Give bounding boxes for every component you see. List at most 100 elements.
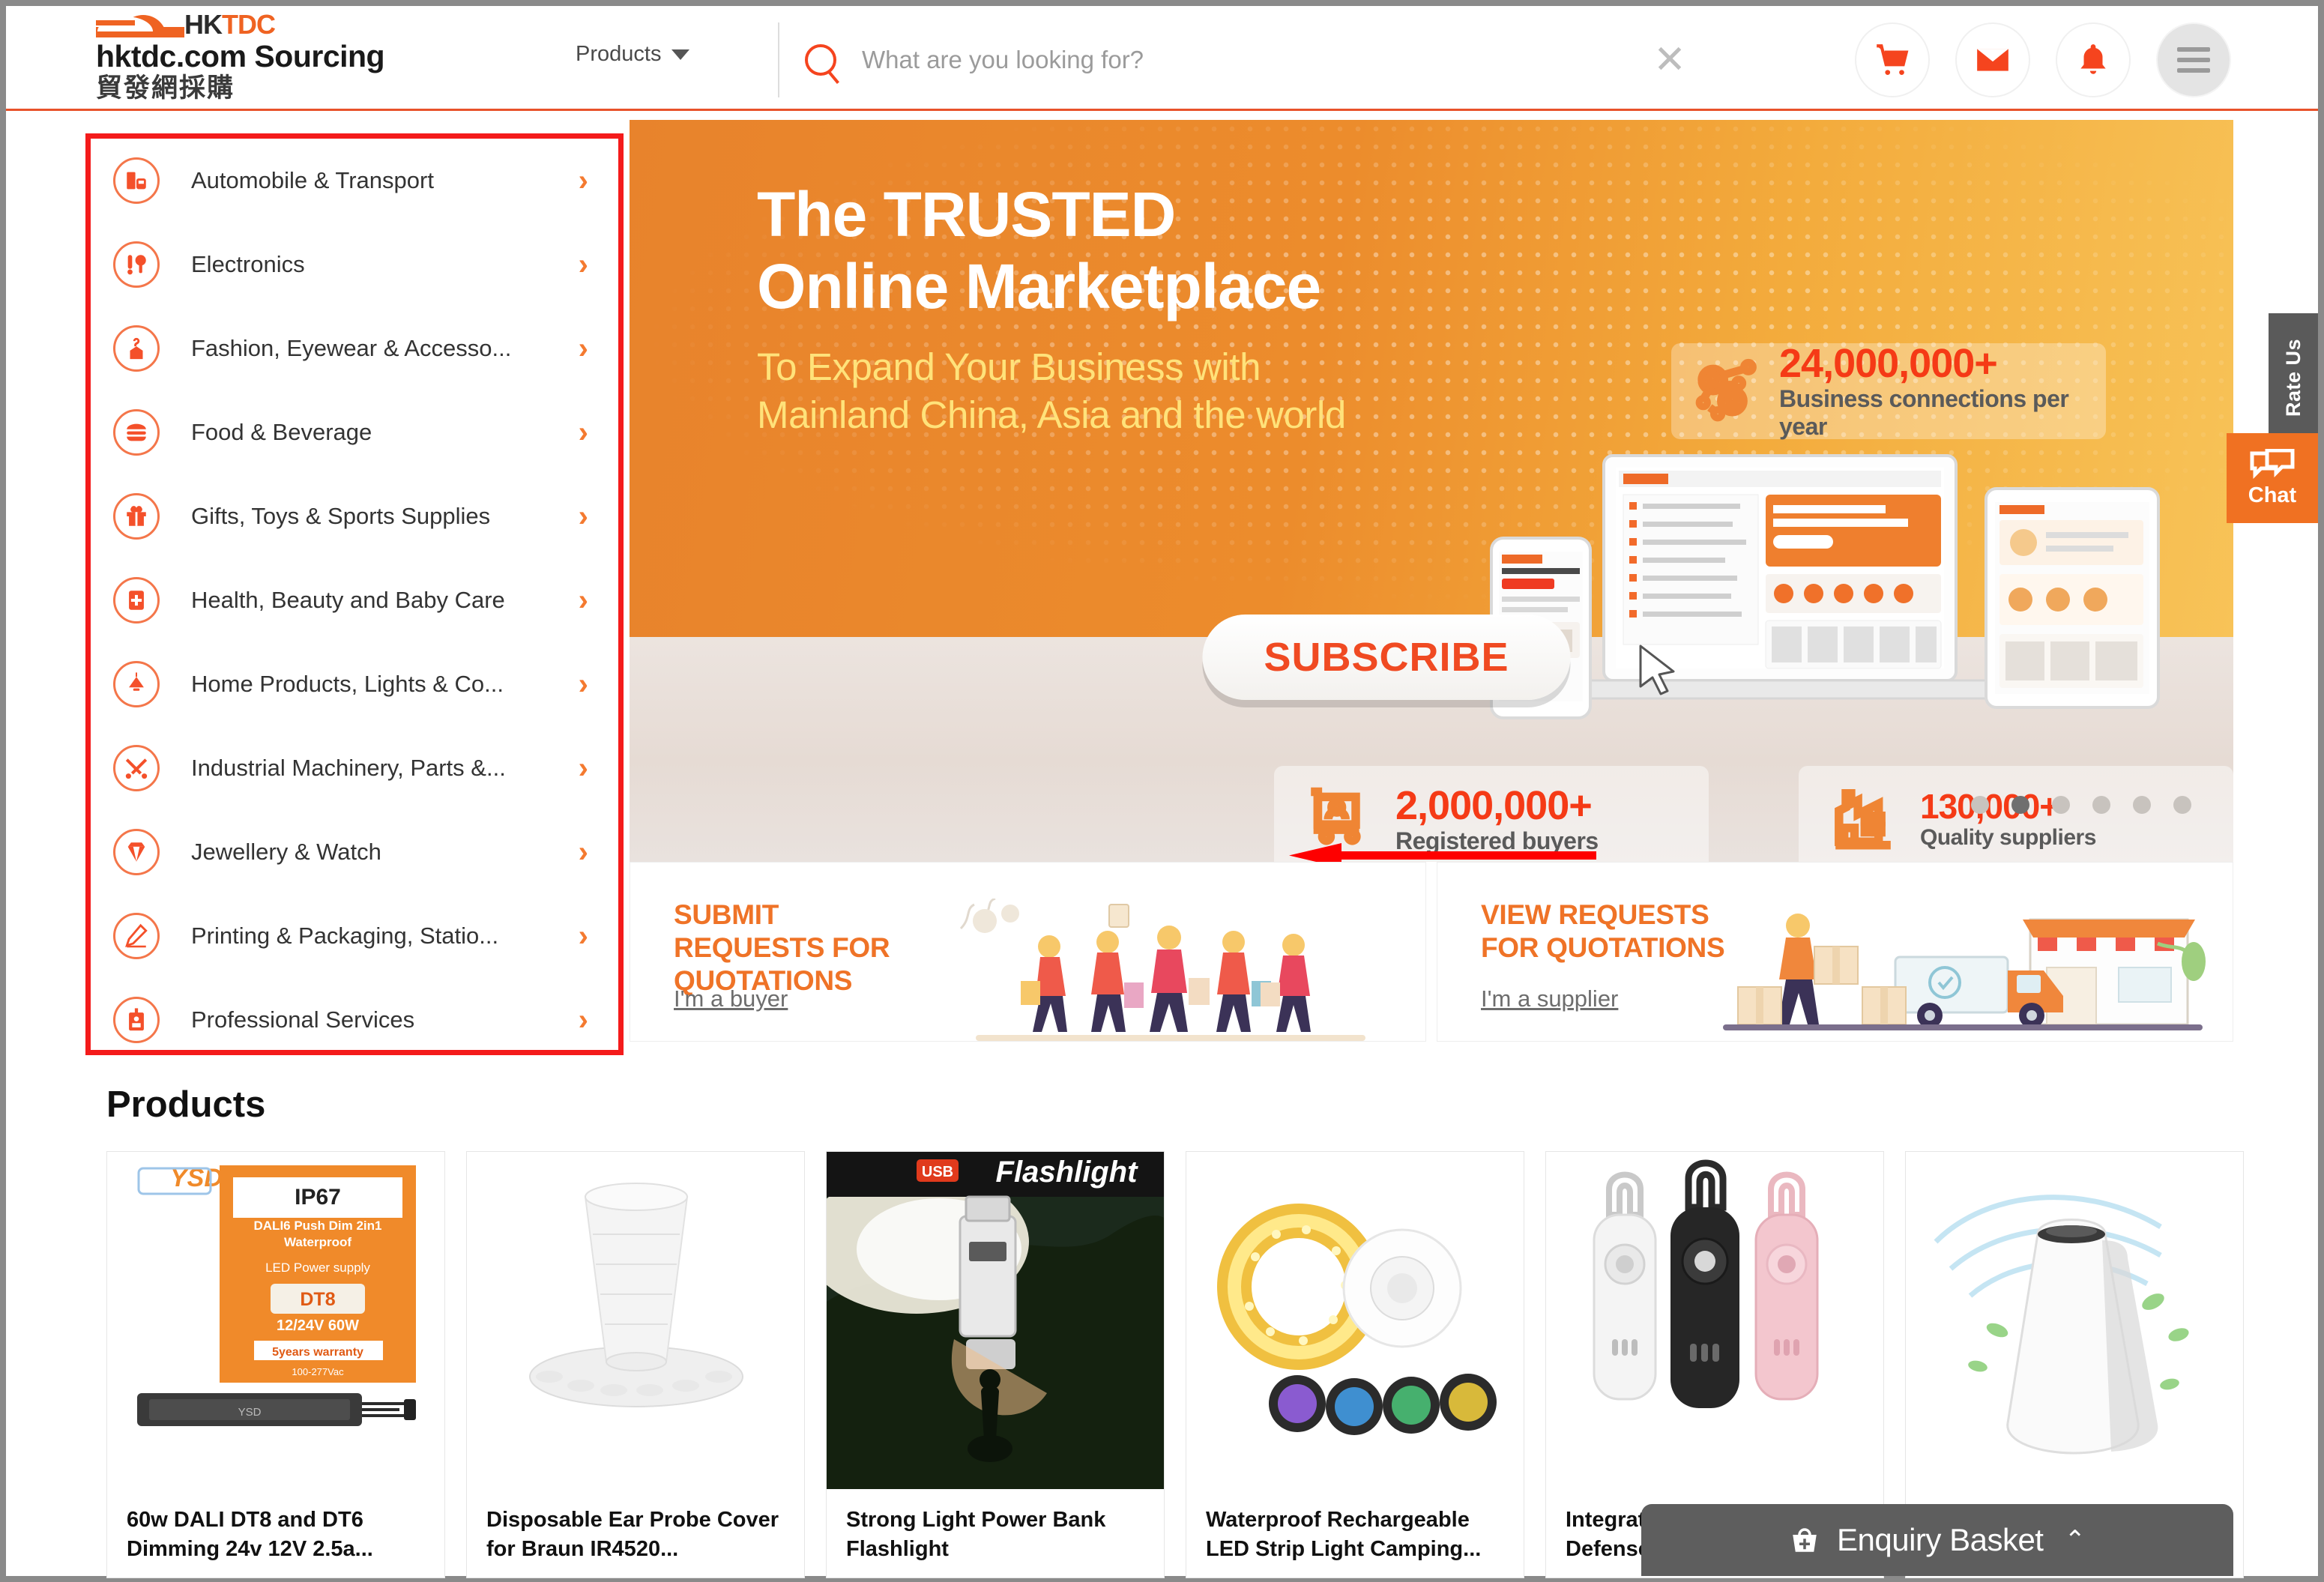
sidebar-item-label: Automobile & Transport — [191, 167, 434, 193]
stat-number: 24,000,000+ — [1779, 341, 1998, 386]
product-card[interactable]: USB Flashlight Strong Light Power Bank F… — [826, 1151, 1165, 1578]
sidebar-item-food-beverage[interactable]: Food & Beverage › — [91, 390, 618, 474]
stat-number: 2,000,000+ — [1395, 782, 1593, 828]
stat-label: Business connections per year — [1779, 385, 2069, 440]
svg-text:IP67: IP67 — [295, 1185, 341, 1210]
car-icon — [113, 157, 160, 204]
rfq-title: VIEW REQUESTS FOR QUOTATIONS — [1481, 899, 1725, 964]
sidebar-item-label: Fashion, Eyewear & Accesso... — [191, 335, 512, 361]
sidebar-item-gifts-toys-sports[interactable]: Gifts, Toys & Sports Supplies › — [91, 474, 618, 558]
sidebar-item-professional-services[interactable]: Professional Services › — [91, 978, 618, 1062]
carousel-dot[interactable] — [2133, 796, 2151, 814]
category-sidebar: Automobile & Transport › Electronics › F… — [85, 133, 624, 1055]
logo-hk-text: HK — [184, 9, 223, 40]
subscribe-button[interactable]: SUBSCRIBE — [1202, 615, 1571, 700]
chevron-right-icon: › — [578, 668, 588, 701]
rate-us-tab[interactable]: Rate Us — [2269, 313, 2318, 442]
supplier-delivery-illustration — [1723, 914, 2206, 1030]
hero-sub-line1: To Expand Your Business with — [757, 345, 1261, 388]
rfq-card-view[interactable]: VIEW REQUESTS FOR QUOTATIONS I'm a suppl… — [1437, 862, 2233, 1042]
chevron-right-icon: › — [578, 752, 588, 785]
hero-sub-line2: Mainland China, Asia and the world — [757, 393, 1346, 436]
svg-text:LED Power supply: LED Power supply — [265, 1261, 370, 1275]
chat-tab[interactable]: Chat — [2227, 433, 2318, 523]
tools-icon — [113, 745, 160, 791]
sidebar-item-electronics[interactable]: Electronics › — [91, 223, 618, 307]
product-image-personal-alarm — [1546, 1152, 1883, 1489]
product-card[interactable]: IP67 DALI6 Push Dim 2in1 Waterproof LED … — [106, 1151, 445, 1578]
site-logo[interactable]: HKTDC hktdc.com Sourcing 貿發網採購 — [96, 10, 448, 103]
site-header: HKTDC hktdc.com Sourcing 貿發網採購 Products … — [6, 6, 2318, 111]
search-bar: ✕ — [778, 22, 1707, 97]
sunrise-icon — [96, 12, 184, 37]
factory-icon — [1829, 783, 1898, 856]
page-root: HKTDC hktdc.com Sourcing 貿發網採購 Products … — [0, 0, 2324, 1582]
product-card[interactable]: Waterproof Rechargeable LED Strip Light … — [1186, 1151, 1524, 1578]
rfq-card-submit[interactable]: SUBMIT REQUESTS FOR QUOTATIONS I'm a buy… — [630, 862, 1426, 1042]
svg-text:DT8: DT8 — [300, 1289, 335, 1310]
logo-td-text: TD — [222, 9, 257, 40]
chevron-right-icon: › — [578, 332, 588, 365]
network-icon — [1695, 357, 1760, 426]
carousel-dot-active[interactable] — [2011, 796, 2029, 814]
svg-text:5years warranty: 5years warranty — [272, 1346, 363, 1359]
sidebar-item-health-beauty-baby[interactable]: Health, Beauty and Baby Care › — [91, 558, 618, 642]
chevron-right-icon: › — [578, 500, 588, 533]
devices-illustration — [1490, 454, 2160, 719]
enquiry-basket-bar[interactable]: Enquiry Basket ⌃ — [1641, 1504, 2233, 1576]
hero-headline-line2: Online Marketplace — [757, 251, 1321, 321]
hero-subheadline: To Expand Your Business with Mainland Ch… — [757, 343, 1346, 439]
sidebar-item-fashion-eyewear[interactable]: Fashion, Eyewear & Accesso... › — [91, 307, 618, 390]
chevron-right-icon: › — [578, 1003, 588, 1036]
chevron-right-icon: › — [578, 416, 588, 449]
hanger-icon — [113, 325, 160, 372]
sidebar-item-industrial-machinery[interactable]: Industrial Machinery, Parts &... › — [91, 726, 618, 810]
health-icon — [113, 577, 160, 624]
badge-icon — [113, 997, 160, 1043]
sidebar-item-home-products-lights[interactable]: Home Products, Lights & Co... › — [91, 642, 618, 726]
sidebar-item-label: Electronics — [191, 251, 305, 277]
lamp-icon — [113, 661, 160, 707]
window-border-right — [2318, 0, 2324, 1582]
carousel-dot[interactable] — [1971, 796, 1989, 814]
svg-text:100-277Vac: 100-277Vac — [292, 1366, 344, 1377]
sidebar-item-printing-packaging[interactable]: Printing & Packaging, Statio... › — [91, 894, 618, 978]
product-image-led-strip-light — [1186, 1152, 1524, 1489]
products-dropdown[interactable]: Products — [576, 42, 690, 67]
hero-headline: The TRUSTED Online Marketplace — [757, 178, 1321, 322]
clear-search-icon[interactable]: ✕ — [1632, 40, 1707, 79]
search-input[interactable] — [862, 46, 1632, 74]
product-card[interactable]: Disposable Ear Probe Cover for Braun IR4… — [466, 1151, 805, 1578]
product-image-air-purifier — [1906, 1152, 2243, 1489]
bell-icon[interactable] — [2057, 24, 2129, 96]
cart-icon[interactable] — [1856, 24, 1928, 96]
carousel-dot[interactable] — [2173, 796, 2191, 814]
gem-icon — [113, 829, 160, 875]
carousel-dot[interactable] — [2052, 796, 2070, 814]
svg-text:Flashlight: Flashlight — [996, 1156, 1139, 1189]
svg-text:USB: USB — [922, 1164, 953, 1180]
product-image-led-driver: IP67 DALI6 Push Dim 2in1 Waterproof LED … — [107, 1152, 444, 1489]
mail-icon[interactable] — [1957, 24, 2029, 96]
product-image-flashlight: USB Flashlight — [827, 1152, 1164, 1489]
rfq-link-buyer[interactable]: I'm a buyer — [674, 985, 788, 1012]
carousel-dots — [1971, 796, 2191, 814]
rfq-link-supplier[interactable]: I'm a supplier — [1481, 985, 1618, 1012]
cursor-pointer-icon — [1639, 644, 1675, 695]
chat-bubbles-icon — [2250, 448, 2295, 479]
search-icon[interactable] — [779, 44, 862, 76]
carousel-dot[interactable] — [2092, 796, 2110, 814]
chevron-right-icon: › — [578, 164, 588, 197]
rfq-title-line2: FOR QUOTATIONS — [1481, 932, 1725, 963]
sidebar-item-jewellery-watch[interactable]: Jewellery & Watch › — [91, 810, 618, 894]
product-image-ear-probe-cover — [467, 1152, 804, 1489]
stat-label: Quality suppliers — [1920, 825, 2096, 850]
chevron-right-icon: › — [578, 584, 588, 617]
sidebar-item-label: Gifts, Toys & Sports Supplies — [191, 503, 491, 529]
menu-icon[interactable] — [2158, 24, 2230, 96]
stat-business-connections: 24,000,000+ Business connections per yea… — [1671, 341, 2106, 440]
page-title: Products — [106, 1084, 266, 1125]
logo-c-text: C — [256, 9, 276, 40]
sidebar-item-automobile-transport[interactable]: Automobile & Transport › — [91, 139, 618, 223]
product-name — [1906, 1489, 2243, 1506]
